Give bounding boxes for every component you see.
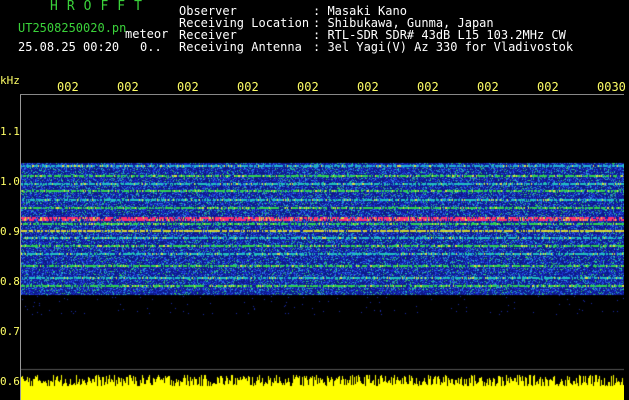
- x-tick-label: 0030: [597, 80, 626, 94]
- antenna-value: : 3el Yagi(V) Az 330 for Vladivostok: [313, 40, 574, 54]
- spectrogram-plot: [20, 95, 624, 400]
- antenna-label: Receiving Antenna: [179, 40, 302, 54]
- x-tick-label: 002: [477, 80, 499, 94]
- x-tick-label: 002: [417, 80, 439, 94]
- y-tick-label: 0.7: [0, 325, 20, 338]
- y-axis-line: [20, 95, 21, 400]
- y-tick-label: 1.1: [0, 125, 20, 138]
- x-tick-label: 002: [537, 80, 559, 94]
- y-tick-label: 1.0: [0, 175, 20, 188]
- y-tick-label: 0.6: [0, 375, 20, 388]
- mode-label: meteor: [125, 27, 169, 41]
- datetime-label: 25.08.25 00:20: [18, 40, 120, 54]
- y-unit-label: kHz: [0, 74, 20, 87]
- filename-label: UT2508250020.pn: [18, 21, 127, 35]
- x-tick-label: 002: [57, 80, 79, 94]
- y-tick-label: 0.9: [0, 225, 20, 238]
- x-tick-label: 002: [177, 80, 199, 94]
- count-label: 0..: [140, 40, 162, 54]
- hrofft-title: HROFFT: [50, 0, 151, 14]
- x-tick-label: 002: [117, 80, 139, 94]
- y-tick-label: 0.8: [0, 275, 20, 288]
- x-tick-label: 002: [297, 80, 319, 94]
- x-tick-label: 002: [237, 80, 259, 94]
- x-tick-label: 002: [357, 80, 379, 94]
